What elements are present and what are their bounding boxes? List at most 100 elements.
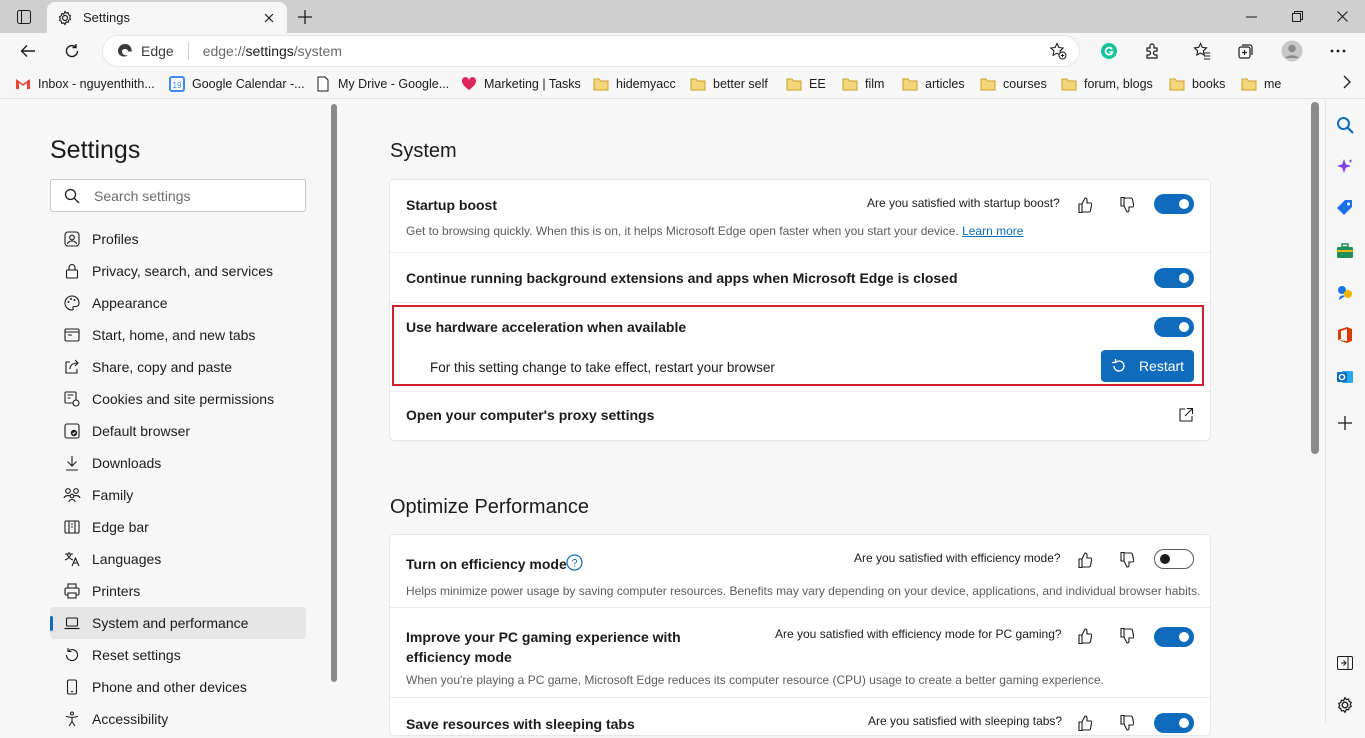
- external-link-icon[interactable]: [1178, 407, 1194, 423]
- sidebar-item-family[interactable]: Family: [50, 479, 306, 511]
- gear-icon: [57, 9, 73, 26]
- learn-more-link[interactable]: Learn more: [962, 224, 1023, 238]
- sidebar-scrollbar[interactable]: [330, 100, 338, 723]
- games-icon[interactable]: [1334, 282, 1356, 304]
- extensions-icon[interactable]: [1138, 37, 1168, 65]
- bookmark-folder[interactable]: EE: [785, 75, 826, 93]
- startup-feedback-text: Are you satisfied with startup boost?: [867, 196, 1060, 210]
- help-icon[interactable]: ?: [566, 554, 583, 571]
- thumbs-down-icon[interactable]: [1118, 627, 1136, 645]
- grammarly-icon[interactable]: [1094, 37, 1124, 65]
- bookmark-drive[interactable]: My Drive - Google...: [314, 75, 449, 93]
- bookmark-folder[interactable]: books: [1168, 75, 1225, 93]
- add-icon[interactable]: [1334, 412, 1356, 434]
- search-box[interactable]: [50, 179, 306, 212]
- sidebar-item-accessibility[interactable]: Accessibility: [50, 703, 306, 735]
- refresh-button[interactable]: [57, 37, 87, 65]
- bookmark-folder[interactable]: hidemyacc: [592, 75, 676, 93]
- favorites-icon[interactable]: [1187, 37, 1217, 65]
- outlook-icon[interactable]: [1334, 366, 1356, 388]
- back-button[interactable]: [13, 37, 43, 65]
- thumbs-down-icon[interactable]: [1118, 196, 1136, 214]
- gmail-icon: [14, 76, 32, 92]
- profile-avatar[interactable]: [1277, 37, 1307, 65]
- restart-button[interactable]: Restart: [1101, 350, 1194, 382]
- bookmark-marketing[interactable]: Marketing | Tasks: [460, 75, 581, 93]
- bookmark-folder[interactable]: me: [1240, 75, 1281, 93]
- folder-icon: [901, 76, 919, 92]
- sidebar-item-system[interactable]: System and performance: [50, 607, 306, 639]
- sidebar-item-share[interactable]: Share, copy and paste: [50, 351, 306, 383]
- address-bar[interactable]: Edge edge://settings/system: [102, 35, 1080, 67]
- tools-briefcase-icon[interactable]: [1334, 240, 1356, 262]
- url-text[interactable]: edge://settings/system: [203, 43, 342, 59]
- restore-button[interactable]: [1274, 0, 1320, 33]
- close-window-button[interactable]: [1319, 0, 1365, 33]
- sidebar-item-edge-bar[interactable]: Edge bar: [50, 511, 306, 543]
- efficiency-mode-description: Helps minimize power usage by saving com…: [406, 584, 1201, 598]
- bookmark-folder[interactable]: better self: [689, 75, 768, 93]
- sidebar-item-printers[interactable]: Printers: [50, 575, 306, 607]
- sidebar-item-cookies[interactable]: Cookies and site permissions: [50, 383, 306, 415]
- sidebar-item-phone[interactable]: Phone and other devices: [50, 671, 306, 703]
- thumbs-down-icon[interactable]: [1118, 714, 1136, 732]
- sidebar-scrollbar-thumb[interactable]: [331, 104, 337, 682]
- office-icon[interactable]: [1334, 324, 1356, 346]
- sidebar-item-profiles[interactable]: Profiles: [50, 223, 306, 255]
- sidebar-item-start-home[interactable]: Start, home, and new tabs: [50, 319, 306, 351]
- shopping-tag-icon[interactable]: [1334, 197, 1356, 219]
- copilot-sparkle-icon[interactable]: [1334, 156, 1356, 178]
- chevron-right-icon[interactable]: [1343, 75, 1351, 89]
- efficiency-mode-toggle[interactable]: [1154, 549, 1194, 569]
- hardware-acceleration-toggle[interactable]: [1154, 317, 1194, 337]
- startup-boost-toggle[interactable]: [1154, 194, 1194, 214]
- page-scrollbar[interactable]: [1309, 100, 1323, 723]
- efficiency-feedback-text: Are you satisfied with efficiency mode?: [854, 551, 1061, 565]
- search-input[interactable]: [94, 187, 284, 204]
- bookmark-calendar[interactable]: 19 Google Calendar -...: [168, 75, 305, 93]
- optimize-card: Turn on efficiency mode ? Are you satisf…: [390, 535, 1210, 735]
- sidebar-item-appearance[interactable]: Appearance: [50, 287, 306, 319]
- background-extensions-toggle[interactable]: [1154, 268, 1194, 288]
- collections-icon[interactable]: [1231, 37, 1261, 65]
- sidebar-item-languages[interactable]: Languages: [50, 543, 306, 575]
- thumbs-up-icon[interactable]: [1076, 196, 1094, 214]
- system-card: Startup boost Are you satisfied with sta…: [390, 180, 1210, 440]
- tab-settings[interactable]: Settings: [47, 2, 287, 33]
- sleeping-feedback-text: Are you satisfied with sleeping tabs?: [868, 714, 1063, 728]
- new-tab-button[interactable]: [294, 6, 316, 28]
- sidebar-item-reset[interactable]: Reset settings: [50, 639, 306, 671]
- background-extensions-row: Continue running background extensions a…: [390, 253, 1210, 303]
- gear-icon[interactable]: [1334, 694, 1356, 716]
- thumbs-up-icon[interactable]: [1076, 551, 1094, 569]
- sidebar-item-privacy[interactable]: Privacy, search, and services: [50, 255, 306, 287]
- thumbs-up-icon[interactable]: [1076, 714, 1094, 732]
- thumbs-down-icon[interactable]: [1118, 551, 1136, 569]
- tab-actions-icon[interactable]: [9, 6, 39, 28]
- browser-icon: [63, 422, 81, 440]
- thumbs-up-icon[interactable]: [1076, 627, 1094, 645]
- hide-sidebar-icon[interactable]: [1334, 652, 1356, 674]
- restart-note: For this setting change to take effect, …: [430, 360, 775, 375]
- bookmarks-bar: Inbox - nguyenthith... 19 Google Calenda…: [0, 69, 1365, 99]
- sidebar-item-downloads[interactable]: Downloads: [50, 447, 306, 479]
- hardware-acceleration-title: Use hardware acceleration when available: [406, 319, 687, 335]
- close-tab-icon[interactable]: [261, 10, 277, 26]
- more-menu-icon[interactable]: [1323, 37, 1353, 65]
- edge-sidebar: [1325, 100, 1365, 723]
- bookmark-inbox[interactable]: Inbox - nguyenthith...: [14, 75, 155, 93]
- tab-title: Settings: [83, 10, 130, 25]
- sidebar-item-default-browser[interactable]: Default browser: [50, 415, 306, 447]
- proxy-settings-row[interactable]: Open your computer's proxy settings: [390, 392, 1210, 440]
- bookmark-folder[interactable]: film: [841, 75, 884, 93]
- folder-icon: [785, 76, 803, 92]
- bookmark-folder[interactable]: forum, blogs: [1060, 75, 1153, 93]
- minimize-button[interactable]: [1228, 0, 1274, 33]
- add-favorite-icon[interactable]: [1049, 42, 1067, 60]
- page-scrollbar-thumb[interactable]: [1311, 102, 1319, 454]
- search-icon[interactable]: [1334, 114, 1356, 136]
- gaming-efficiency-toggle[interactable]: [1154, 627, 1194, 647]
- bookmark-folder[interactable]: articles: [901, 75, 965, 93]
- sleeping-tabs-toggle[interactable]: [1154, 713, 1194, 733]
- bookmark-folder[interactable]: courses: [979, 75, 1047, 93]
